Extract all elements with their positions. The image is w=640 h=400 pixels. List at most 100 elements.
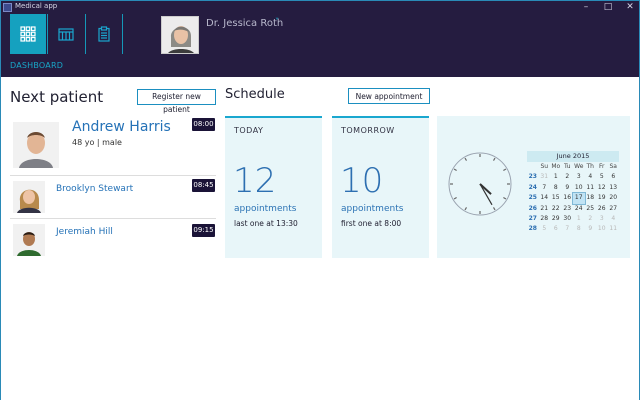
calendar-day[interactable]: 27 xyxy=(608,204,620,214)
mini-calendar[interactable]: June 2015 Su Mo Tu We Th Fr Sa 23 31 1 2 3 4 5 6 24 7 8 9… xyxy=(527,151,619,235)
today-tile[interactable]: TODAY 12 appointments last one at 13:30 xyxy=(225,116,322,258)
calendar-day[interactable]: 2 xyxy=(585,214,597,224)
calendar-day[interactable]: 22 xyxy=(550,204,562,214)
tile-label: TOMORROW xyxy=(341,126,395,135)
calendar-day[interactable]: 6 xyxy=(608,172,620,182)
appointment-unit: appointments xyxy=(234,204,297,214)
doctor-name[interactable]: Dr. Jessica Roth xyxy=(206,18,283,29)
current-section-label: DASHBOARD xyxy=(10,61,64,70)
maximize-button[interactable]: □ xyxy=(601,1,615,14)
nav-separator xyxy=(122,14,123,54)
calendar-day[interactable]: 29 xyxy=(550,214,562,224)
dashboard-content: Next patient Register new patient Andrew… xyxy=(1,77,639,400)
appointment-unit: appointments xyxy=(341,204,404,214)
next-patient-heading: Next patient xyxy=(10,88,104,106)
patient-name[interactable]: Brooklyn Stewart xyxy=(56,184,133,194)
calendar-week-number: 24 xyxy=(528,183,537,191)
calendar-week-number: 26 xyxy=(528,204,537,212)
calendar-weekday-header: Tu xyxy=(563,163,571,170)
calendar-day[interactable]: 21 xyxy=(539,204,551,214)
chevron-down-icon[interactable]: ˅ xyxy=(275,17,279,26)
clock-tick xyxy=(453,196,457,200)
patient-item[interactable]: Andrew Harris 48 yo | male 08:00 xyxy=(10,114,216,172)
calendar-day[interactable]: 10 xyxy=(573,183,585,193)
calendar-day[interactable]: 13 xyxy=(608,183,620,193)
patient-item[interactable]: Brooklyn Stewart 08:45 xyxy=(10,175,216,218)
calendar-day[interactable]: 18 xyxy=(585,193,597,203)
calendar-day[interactable]: 24 xyxy=(573,204,585,214)
calendar-day[interactable]: 25 xyxy=(585,204,597,214)
calendar-week-row: 27 28 29 30 1 2 3 4 xyxy=(527,214,619,224)
calendar-day[interactable]: 5 xyxy=(596,172,608,182)
calendar-day[interactable]: 30 xyxy=(562,214,574,224)
calendar-day[interactable]: 7 xyxy=(562,224,574,234)
clock-tick xyxy=(464,207,468,211)
patient-name[interactable]: Jeremiah Hill xyxy=(56,227,113,237)
calendar-day[interactable]: 15 xyxy=(550,193,562,203)
calendar-day[interactable]: 4 xyxy=(585,172,597,182)
calendar-day[interactable]: 4 xyxy=(608,214,620,224)
clipboard-icon xyxy=(98,26,110,42)
calendar-week-row: 28 5 6 7 8 9 10 11 xyxy=(527,224,619,234)
doctor-avatar[interactable] xyxy=(161,16,199,54)
calendar-day[interactable]: 14 xyxy=(539,193,551,203)
clock-tick xyxy=(503,168,507,172)
calendar-day[interactable]: 8 xyxy=(573,224,585,234)
patient-item[interactable]: Jeremiah Hill 09:15 xyxy=(10,218,216,261)
new-appointment-button[interactable]: New appointment xyxy=(348,88,430,104)
calendar-weekday-header: Mo xyxy=(551,163,561,170)
clock-calendar-tile: June 2015 Su Mo Tu We Th Fr Sa 23 31 1 2 3 4 5 6 24 7 8 9… xyxy=(437,116,630,258)
calendar-day[interactable]: 26 xyxy=(596,204,608,214)
calendar-month-title[interactable]: June 2015 xyxy=(527,151,619,162)
nav-dashboard-button[interactable] xyxy=(10,14,46,54)
calendar-day[interactable]: 28 xyxy=(539,214,551,224)
app-icon xyxy=(3,3,12,12)
calendar-weekday-header: Th xyxy=(586,163,594,170)
calendar-day[interactable]: 3 xyxy=(596,214,608,224)
nav-records-button[interactable] xyxy=(87,14,121,54)
calendar-day[interactable]: 12 xyxy=(596,183,608,193)
tile-label: TODAY xyxy=(234,126,264,135)
close-button[interactable]: ✕ xyxy=(623,1,637,14)
clock-tick xyxy=(453,168,457,172)
patient-photo xyxy=(13,181,45,213)
calendar-day[interactable]: 3 xyxy=(573,172,585,182)
calendar-day[interactable]: 9 xyxy=(562,183,574,193)
patient-name[interactable]: Andrew Harris xyxy=(72,119,171,135)
calendar-day[interactable]: 19 xyxy=(596,193,608,203)
app-window: Medical app – □ ✕ DASHBOARD Dr. Jessica … xyxy=(0,0,640,400)
calendar-day[interactable]: 9 xyxy=(585,224,597,234)
analog-clock xyxy=(448,152,512,216)
calendar-day[interactable]: 11 xyxy=(585,183,597,193)
calendar-weekday-header xyxy=(527,162,539,172)
calendar-day[interactable]: 16 xyxy=(562,193,574,203)
calendar-week-number: 23 xyxy=(528,173,537,181)
minimize-button[interactable]: – xyxy=(579,1,593,14)
calendar-day[interactable]: 23 xyxy=(562,204,574,214)
calendar-day[interactable]: 17 xyxy=(572,192,586,205)
patient-photo xyxy=(13,122,59,168)
register-new-patient-button[interactable]: Register new patient xyxy=(137,89,216,114)
appointment-count: 10 xyxy=(340,161,384,201)
grid-icon xyxy=(20,26,36,42)
appointment-time-badge: 09:15 xyxy=(192,224,215,237)
calendar-weekday-header: Sa xyxy=(609,163,618,170)
calendar-day[interactable]: 7 xyxy=(539,183,551,193)
calendar-weekday-header: We xyxy=(574,163,584,170)
calendar-day[interactable]: 6 xyxy=(550,224,562,234)
tomorrow-tile[interactable]: TOMORROW 10 appointments first one at 8:… xyxy=(332,116,429,258)
calendar-day[interactable]: 11 xyxy=(608,224,620,234)
appointment-count: 12 xyxy=(233,161,277,201)
calendar-week-number: 28 xyxy=(528,225,537,233)
calendar-day[interactable]: 5 xyxy=(539,224,551,234)
calendar-day[interactable]: 1 xyxy=(573,214,585,224)
calendar-day[interactable]: 20 xyxy=(608,193,620,203)
nav-schedule-button[interactable] xyxy=(48,14,84,54)
calendar-day[interactable]: 31 xyxy=(539,172,551,182)
patient-photo xyxy=(13,224,45,256)
calendar-day[interactable]: 8 xyxy=(550,183,562,193)
calendar-day[interactable]: 2 xyxy=(562,172,574,182)
calendar-day[interactable]: 10 xyxy=(596,224,608,234)
calendar-day[interactable]: 1 xyxy=(550,172,562,182)
calendar-week-row: 23 31 1 2 3 4 5 6 xyxy=(527,172,619,182)
